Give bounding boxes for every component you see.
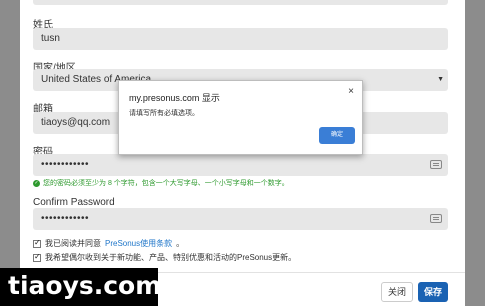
- watermark: tiaoys.com: [0, 268, 161, 306]
- password-hint-text: 您的密码必须至少为 8 个字符，包含一个大写字母、一个小写字母和一个数字。: [43, 180, 289, 187]
- confirm-password-field[interactable]: ••••••••••••: [33, 208, 448, 230]
- save-button[interactable]: 保存: [418, 282, 448, 302]
- previous-field-stub[interactable]: [33, 0, 448, 5]
- close-button[interactable]: 关闭: [381, 282, 413, 302]
- newsletter-row: 我希望偶尔收到关于新功能、产品、特别优惠和活动的PreSonus更新。: [33, 252, 296, 263]
- newsletter-checkbox[interactable]: [33, 252, 41, 262]
- terms-link[interactable]: PreSonus使用条款: [105, 238, 172, 249]
- password-value: ••••••••••••: [41, 159, 90, 170]
- surname-field[interactable]: tusn: [33, 28, 448, 50]
- keyboard-icon[interactable]: [430, 160, 442, 169]
- terms-suffix: 。: [176, 239, 185, 248]
- ok-button[interactable]: 确定: [319, 127, 355, 144]
- surname-value: tusn: [41, 33, 60, 44]
- terms-prefix: 我已阅读并同意: [45, 239, 101, 248]
- close-icon[interactable]: ×: [348, 86, 354, 97]
- terms-row: 我已阅读并同意 PreSonus使用条款。: [33, 238, 184, 249]
- alert-dialog: my.presonus.com 显示 × 请填写所有必填选项。 确定: [118, 80, 363, 155]
- confirm-password-value: ••••••••••••: [41, 213, 90, 224]
- chevron-down-icon: ▼: [437, 76, 444, 83]
- dialog-title: my.presonus.com 显示: [129, 93, 220, 103]
- dialog-message: 请填写所有必填选项。: [129, 110, 199, 117]
- keyboard-icon[interactable]: [430, 214, 442, 223]
- terms-checkbox[interactable]: [33, 238, 41, 248]
- email-value: tiaoys@qq.com: [41, 117, 111, 128]
- backdrop-left: [0, 0, 20, 306]
- backdrop-right: [465, 0, 485, 306]
- check-circle-icon: ✓: [33, 179, 40, 187]
- confirm-password-label: Confirm Password: [33, 197, 115, 208]
- newsletter-label: 我希望偶尔收到关于新功能、产品、特别优惠和活动的PreSonus更新。: [45, 253, 297, 262]
- password-field[interactable]: ••••••••••••: [33, 154, 448, 176]
- password-hint: ✓ 您的密码必须至少为 8 个字符，包含一个大写字母、一个小写字母和一个数字。: [33, 178, 289, 188]
